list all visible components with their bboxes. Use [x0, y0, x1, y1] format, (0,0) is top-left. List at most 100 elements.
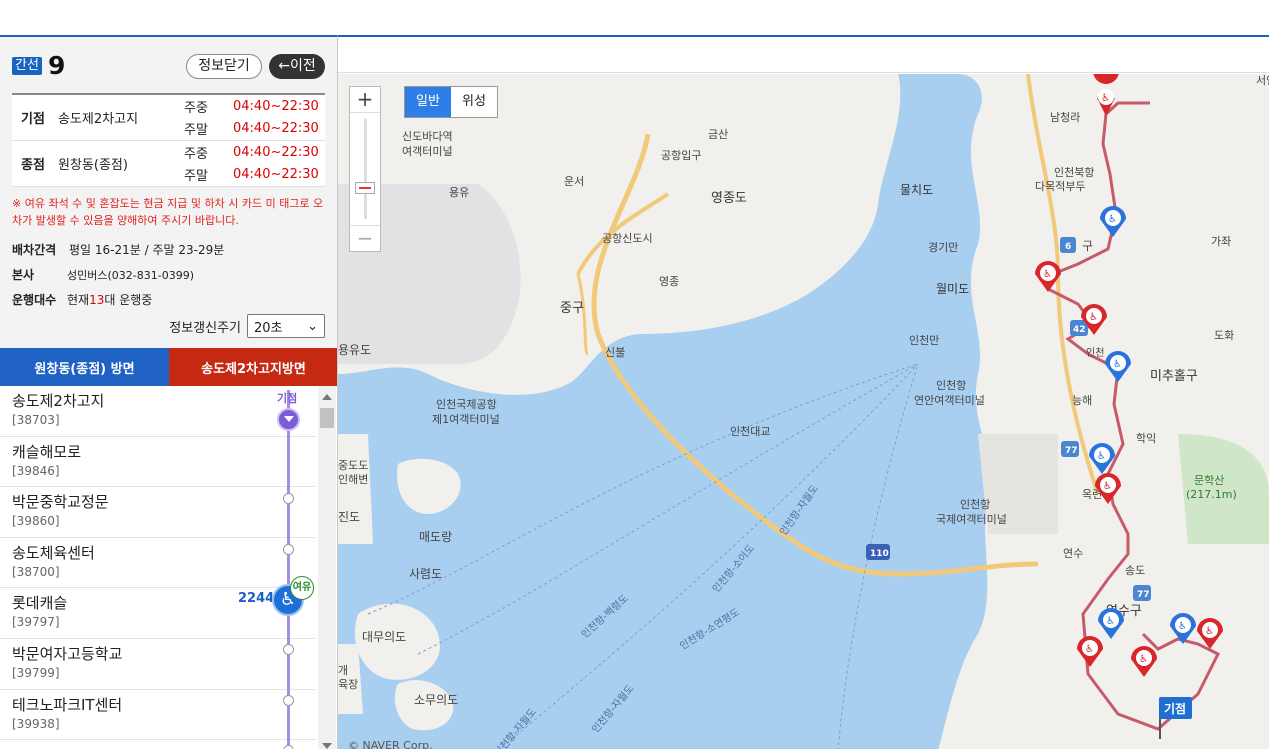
scroll-up-icon[interactable]: [322, 394, 332, 400]
zoom-track[interactable]: [364, 119, 367, 219]
map-type-satellite-button[interactable]: 위성: [451, 87, 497, 117]
scroll-thumb[interactable]: [320, 408, 334, 428]
map-label: 인천국제공항: [436, 397, 497, 411]
svg-text:♿: ♿: [1097, 451, 1106, 462]
map-label: 공항신도시: [602, 232, 653, 245]
route-schedule-table: 기점 송도제2차고지 주중 04:40~22:30 주말 04:40~22:30 종…: [12, 93, 325, 187]
interval-label: 배차간격: [12, 243, 57, 257]
stop-item[interactable]: 캐슬해모로 [39846]: [0, 437, 316, 488]
map-label: 사렴도: [409, 567, 442, 581]
stop-item[interactable]: 테크노파크IT센터 [39938]: [0, 690, 316, 741]
map-label: 운서: [564, 175, 584, 188]
map-toolbar: [338, 37, 1269, 73]
chevron-down-icon: ⌄: [307, 318, 318, 334]
svg-text:♿: ♿: [1205, 626, 1214, 637]
road-number: 6: [1065, 242, 1071, 252]
svg-text:♿: ♿: [1101, 93, 1110, 104]
end-terminal-row: 종점 원창동(종점) 주중 04:40~22:30 주말 04:40~22:30: [12, 141, 325, 187]
map-label: 다목적부두: [1035, 180, 1086, 193]
start-terminal-row: 기점 송도제2차고지 주중 04:40~22:30 주말 04:40~22:30: [12, 95, 325, 141]
office-value: 성민버스(032-831-0399): [67, 268, 194, 282]
back-button[interactable]: ←이전: [269, 54, 325, 79]
start-marker-icon: [277, 408, 300, 431]
stop-item[interactable]: 송도체육센터 [38700]: [0, 538, 316, 589]
stop-id: [39860]: [12, 514, 60, 529]
map-label: 금산: [708, 128, 728, 141]
zoom-slider-handle[interactable]: [355, 182, 375, 194]
end-label: 종점: [21, 158, 45, 173]
weekend-label: 주말: [184, 123, 208, 138]
svg-text:♿: ♿: [1085, 644, 1094, 655]
map-label: 인천만: [909, 333, 939, 347]
stop-name: 송도체육센터: [12, 543, 95, 562]
weekday-label: 주중: [184, 101, 208, 116]
stop-name: 박문여자고등학교: [12, 644, 123, 663]
map-label: 국제여객터미널: [936, 513, 1007, 526]
stop-item[interactable]: 박문중학교정문 [39860]: [0, 487, 316, 538]
svg-text:♿: ♿: [1108, 214, 1117, 225]
map-label: 중도도: [338, 459, 368, 472]
direction-tabs: 원창동(종점) 방면 송도제2차고지방면: [0, 348, 337, 386]
map-area: 금산 운서 용유 공항입구 공항신도시 영종 신불 영종도 중구 물치도 경기만…: [338, 35, 1269, 749]
start-times: 주중 04:40~22:30 주말 04:40~22:30: [184, 95, 325, 140]
map-label: 인천항: [936, 378, 966, 392]
map-label: 소무의도: [414, 693, 458, 707]
map-label: 매도랑: [419, 530, 452, 544]
stop-name: 캐슬해모로: [12, 442, 82, 461]
tab-direction-wonchang[interactable]: 원창동(종점) 방면: [0, 348, 169, 386]
stop-item[interactable]: 박문여자고등학교 [39799]: [0, 639, 316, 690]
office-label: 본사: [12, 268, 35, 282]
tab-direction-songdo[interactable]: 송도제2차고지방면: [169, 348, 337, 386]
map-label: 공항입구: [661, 149, 701, 162]
stop-name: 박문중학교정문: [12, 493, 109, 512]
weekend-time: 04:40~22:30: [233, 167, 319, 182]
start-label: 기점: [21, 112, 45, 127]
refresh-label: 정보갱신주기: [169, 320, 241, 336]
map-type-normal-button[interactable]: 일반: [405, 87, 451, 117]
refresh-select[interactable]: 20초 ⌄: [247, 314, 325, 338]
zoom-in-button[interactable]: +: [350, 87, 380, 113]
refresh-value: 20초: [254, 320, 283, 336]
stop-list: 송도제2차고지 [38703] 캐슬해모로 [39846] 박문중학교정문 [39860]…: [0, 386, 337, 749]
svg-text:♿: ♿: [1106, 616, 1115, 627]
close-info-button[interactable]: 정보닫기: [186, 54, 262, 79]
map-label: 연수: [1063, 547, 1083, 560]
stop-list-scrollbar[interactable]: [318, 386, 336, 749]
coast: [338, 434, 373, 544]
start-flag-label: 기점: [1164, 701, 1186, 716]
weekday-label: 주중: [184, 147, 208, 162]
map-svg: 금산 운서 용유 공항입구 공항신도시 영종 신불 영종도 중구 물치도 경기만…: [338, 74, 1269, 749]
svg-text:♿: ♿: [1043, 269, 1052, 280]
svg-text:♿: ♿: [1139, 654, 1148, 665]
map-label: (217.1m): [1186, 488, 1237, 501]
copyright: © NAVER Corp.: [348, 739, 433, 749]
map-label: 구: [1082, 239, 1093, 253]
seat-availability-badge: 여유: [290, 576, 314, 600]
map-label: 육장: [338, 678, 358, 691]
stop-name: 송도제2차고지: [12, 392, 105, 410]
map-canvas[interactable]: 금산 운서 용유 공항입구 공항신도시 영종 신불 영종도 중구 물치도 경기만…: [338, 74, 1269, 749]
scroll-down-icon[interactable]: [322, 743, 332, 749]
accuracy-notice: ※ 여유 좌석 수 및 혼잡도는 현금 지급 및 하차 시 카드 미 태그로 오…: [12, 197, 324, 227]
zoom-out-button[interactable]: −: [350, 225, 380, 251]
road-number: 110: [870, 549, 889, 559]
map-label: 신도바다역: [402, 130, 453, 143]
map-label: 월미도: [936, 282, 969, 296]
end-times: 주중 04:40~22:30 주말 04:40~22:30: [184, 141, 325, 186]
stop-dot: [283, 745, 294, 749]
road-number: 77: [1065, 446, 1078, 456]
road-number: 42: [1073, 325, 1086, 335]
svg-text:♿: ♿: [1178, 621, 1187, 632]
route-meta: 배차간격 평일 16-21분 / 주말 23-29분 본사 성민버스(032-831…: [12, 237, 325, 312]
map-label: 용유: [449, 186, 469, 199]
map-label: 인해변: [338, 472, 368, 486]
map-label: 대무의도: [362, 630, 406, 644]
map-label: 영종도: [711, 191, 747, 206]
map-label: 진도: [338, 510, 360, 524]
weekend-time: 04:40~22:30: [233, 121, 319, 136]
end-name: 원창동(종점): [58, 158, 128, 173]
map-label: 여객터미널: [402, 145, 453, 158]
zoom-control: + −: [349, 86, 381, 252]
stop-item[interactable]: 송도제2차고지 [38703]: [0, 386, 316, 437]
stop-id: [39846]: [12, 463, 60, 478]
